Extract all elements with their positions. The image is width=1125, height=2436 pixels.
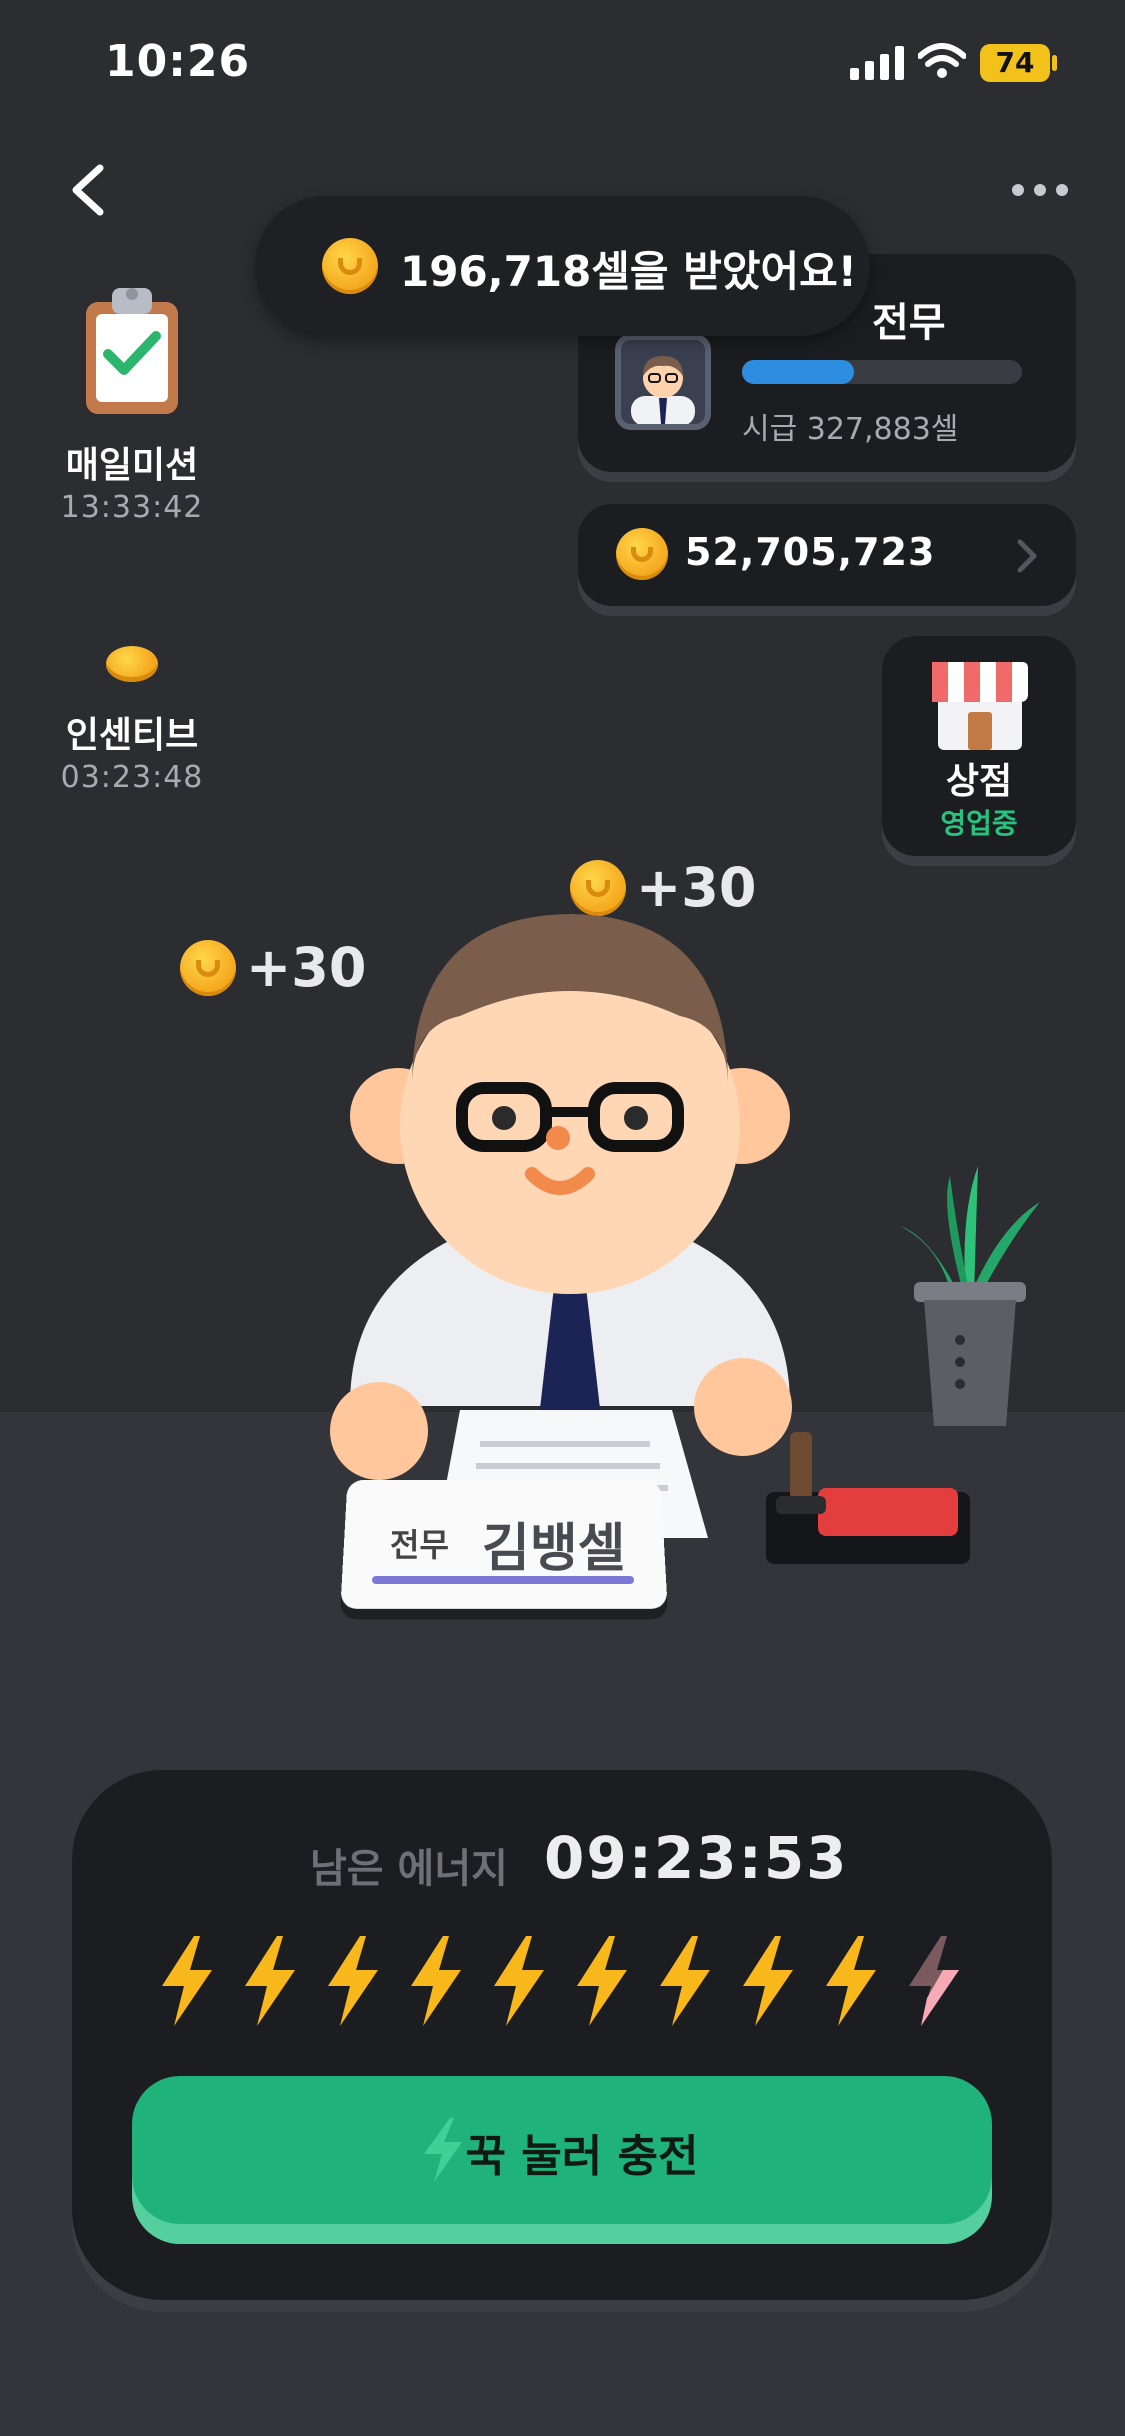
- wifi-icon: [918, 43, 966, 78]
- more-options-icon[interactable]: [1010, 180, 1070, 200]
- energy-bolt-full: [577, 1936, 627, 2026]
- coin-stack-icon[interactable]: [106, 646, 158, 682]
- store-label: 상점: [945, 761, 1013, 802]
- avatar: [615, 334, 711, 430]
- coin-icon: [180, 940, 236, 996]
- daily-mission-label[interactable]: 매일미션: [32, 436, 232, 488]
- energy-bolt-full: [245, 1936, 295, 2026]
- left-hand: [330, 1382, 428, 1480]
- energy-bolt-full: [660, 1936, 710, 2026]
- name-plate-name: 김뱅셀: [482, 1519, 626, 1579]
- reward-toast-message: 196,718셀을 받았어요!: [400, 247, 857, 296]
- clipboard-check-icon[interactable]: [82, 282, 182, 418]
- profile-rank: 전무: [872, 300, 946, 346]
- chevron-right-icon: [1017, 539, 1037, 573]
- energy-bolt-full: [328, 1936, 378, 2026]
- name-plate-underline: [372, 1576, 634, 1584]
- store-icon: [932, 662, 1028, 750]
- incentive-timer: 03:23:48: [60, 760, 204, 795]
- incentive-label[interactable]: 인센티브: [32, 706, 232, 758]
- energy-bolt-full: [826, 1936, 876, 2026]
- daily-mission-timer: 13:33:42: [60, 490, 204, 525]
- status-time: 10:26: [105, 36, 251, 87]
- battery-tip: [1052, 55, 1057, 71]
- energy-bolt-full: [411, 1936, 461, 2026]
- promotion-progress-fill: [742, 360, 854, 384]
- energy-label: 남은 에너지: [310, 1846, 508, 1892]
- potted-plant: [900, 1166, 1040, 1426]
- store-status: 영업중: [940, 807, 1018, 840]
- balance-amount: 52,705,723: [685, 530, 936, 574]
- energy-timer: 09:23:53: [544, 1824, 849, 1892]
- hourly-wage: 시급 327,883셀: [742, 412, 959, 447]
- back-arrow-icon[interactable]: [60, 160, 120, 220]
- coin-icon: [616, 528, 668, 580]
- coin-icon: [322, 238, 378, 294]
- charge-button-label: 꾹 눌러 충전: [465, 2131, 699, 2182]
- battery-indicator: 74: [980, 44, 1050, 82]
- energy-bolt-full: [494, 1936, 544, 2026]
- stamp-pad: [766, 1432, 970, 1564]
- energy-bolt-full: [162, 1936, 212, 2026]
- name-plate-rank: 전무: [390, 1526, 449, 1564]
- energy-bolts: [162, 1936, 959, 2026]
- energy-bolt-full: [743, 1936, 793, 2026]
- cellular-signal-icon: [850, 46, 904, 80]
